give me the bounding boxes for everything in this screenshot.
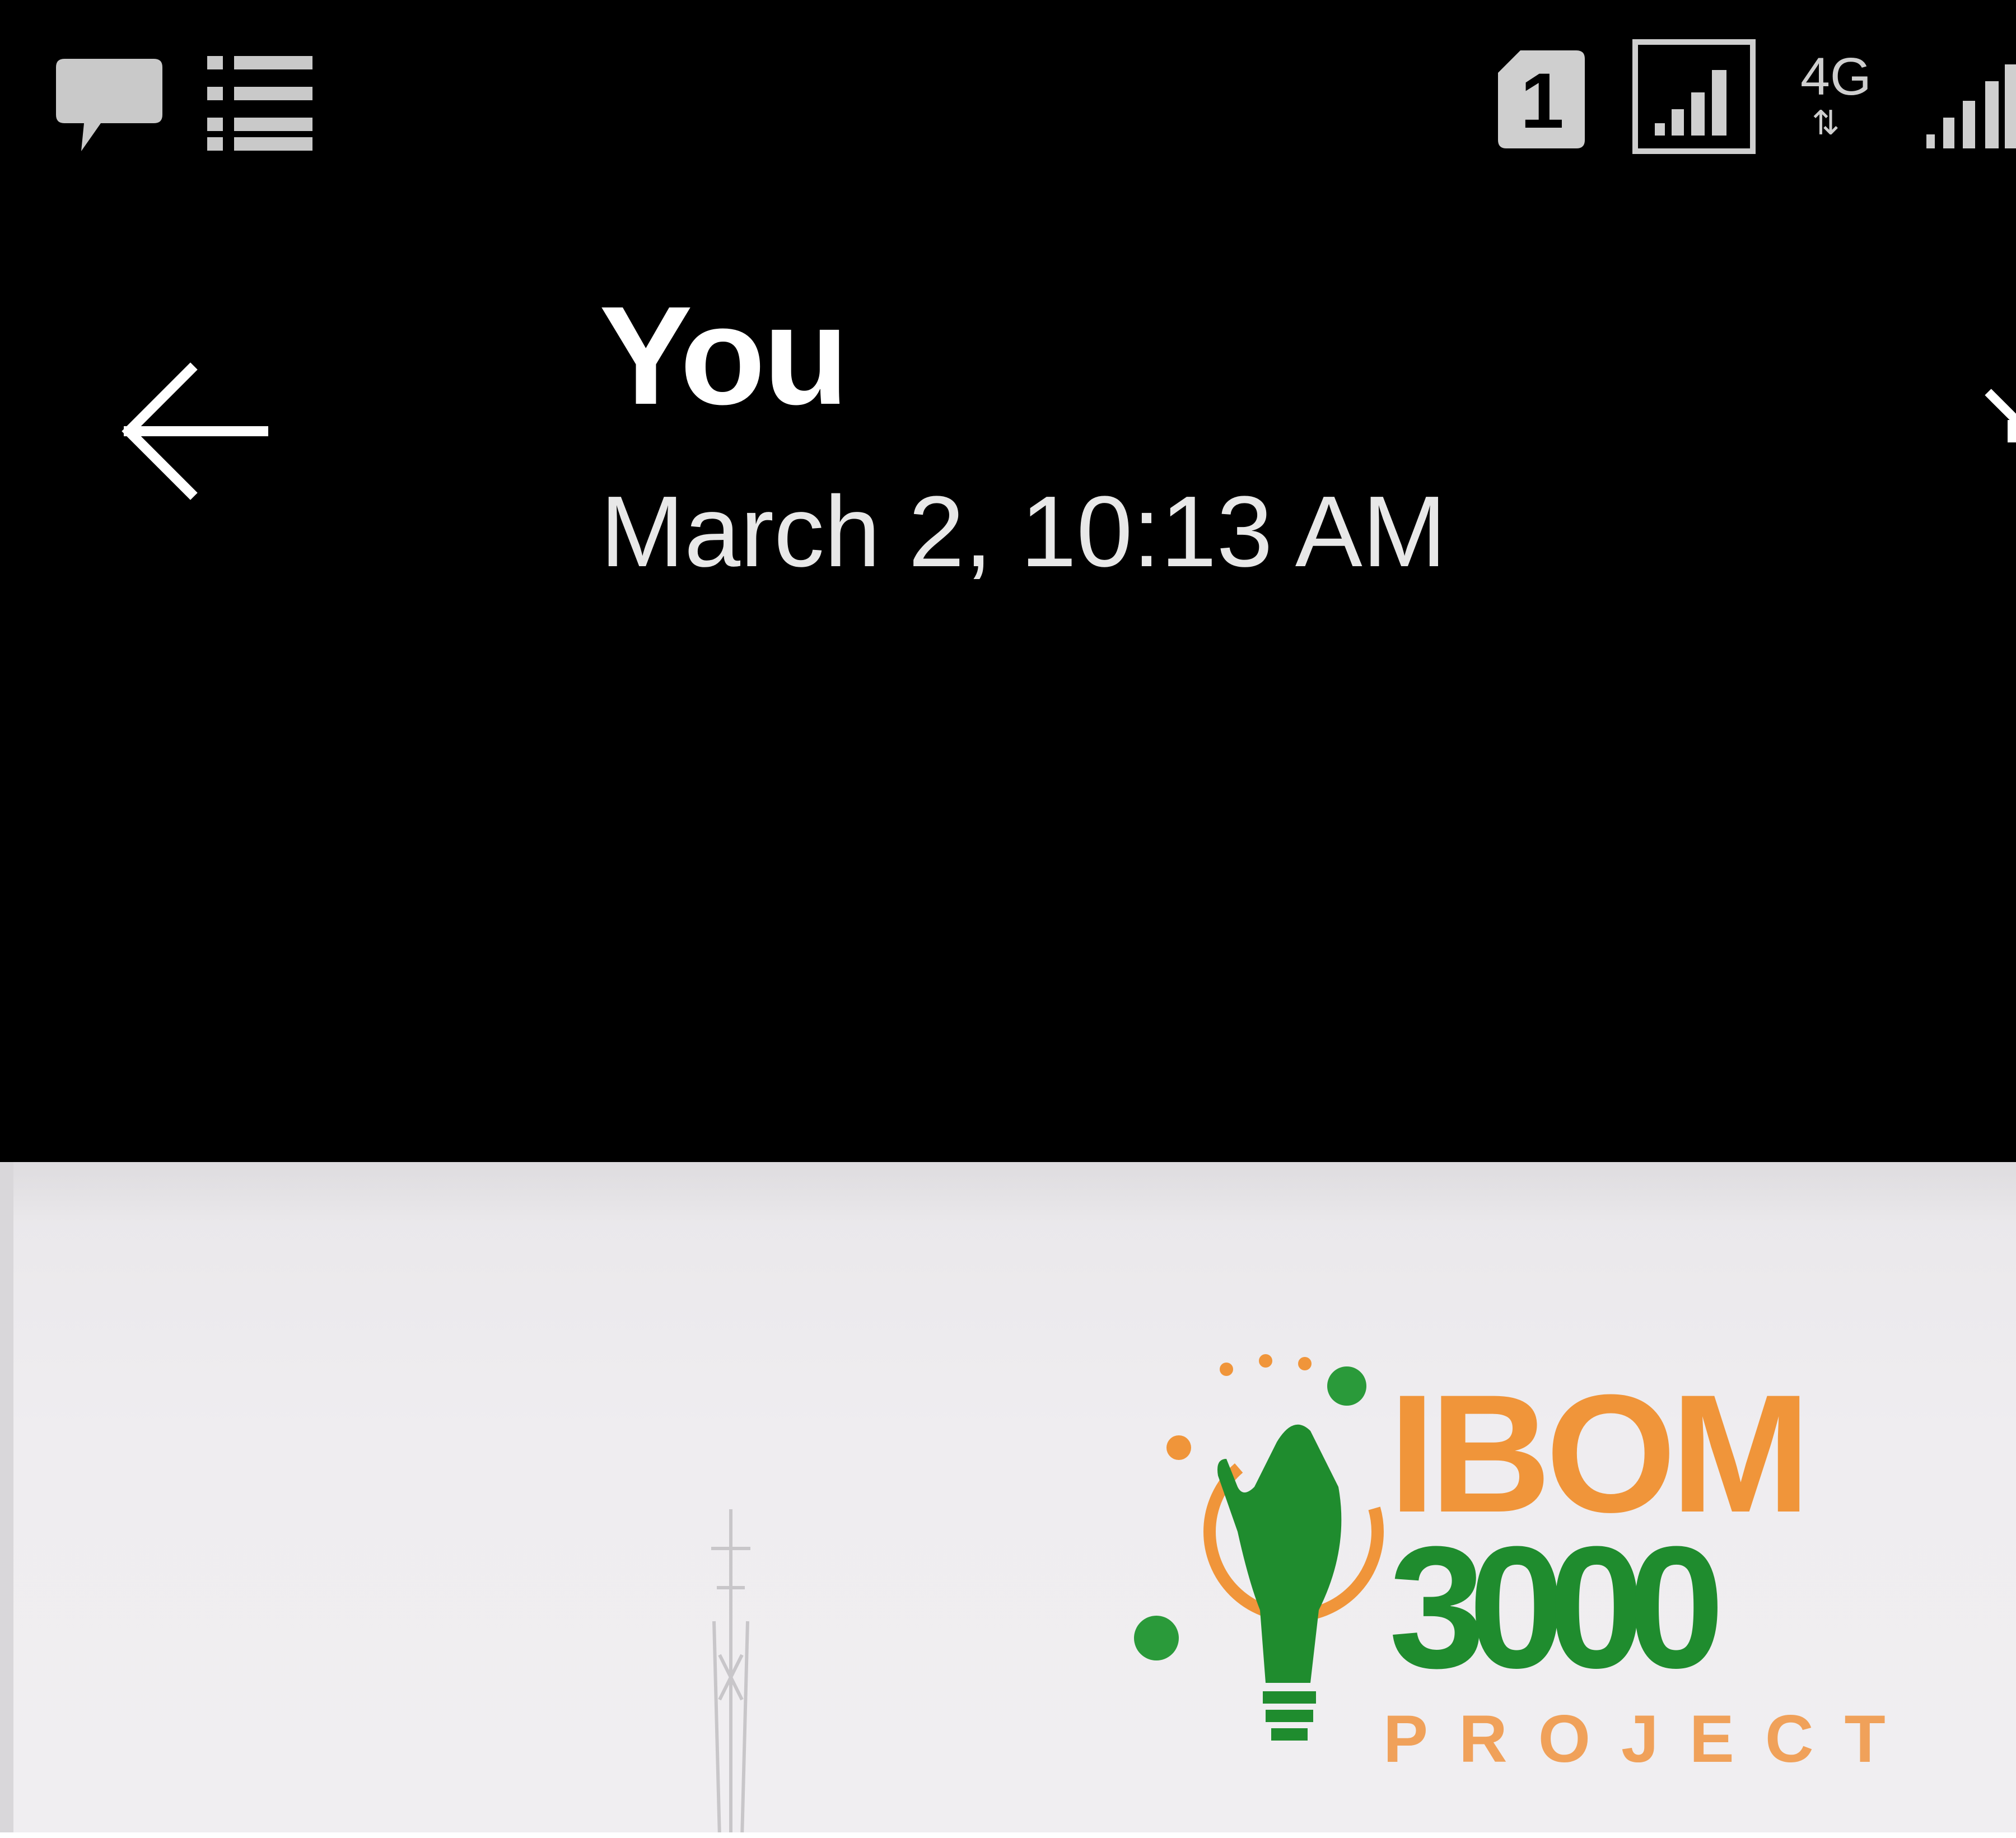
sim1-icon: 1: [1498, 50, 1585, 148]
tower-silhouette: [711, 1509, 750, 1838]
message-icon: [56, 59, 162, 151]
back-button[interactable]: [112, 353, 280, 521]
app-bar: You March 2, 10:13 AM: [0, 213, 2016, 1162]
list-icon: [207, 56, 312, 151]
arrow-left-icon: [122, 362, 268, 500]
network-label: 4G: [1800, 47, 1872, 106]
sim-label: 1: [1520, 57, 1564, 144]
logo-text-3000: 3000: [1389, 1510, 1725, 1704]
network-4g-icon: 4G ⇅: [1800, 47, 1872, 142]
signal-icon: [1926, 64, 2016, 148]
ibom-3000-logo: IBOM 3000 PROJECT: [1126, 1347, 1886, 1806]
page-title: You: [599, 277, 849, 433]
status-bar: 1 4G ⇅: [0, 0, 2016, 213]
signal-icon: [1632, 39, 1756, 154]
logo-text-project: PROJECT: [1383, 1701, 1916, 1776]
timestamp: March 2, 10:13 AM: [600, 475, 1446, 588]
lightbulb-hand-icon: [1134, 1354, 1384, 1741]
image-preview[interactable]: IBOM 3000 PROJECT: [0, 1162, 2016, 1838]
more-options-icon[interactable]: [1977, 381, 2016, 493]
divider: [0, 1832, 2016, 1838]
